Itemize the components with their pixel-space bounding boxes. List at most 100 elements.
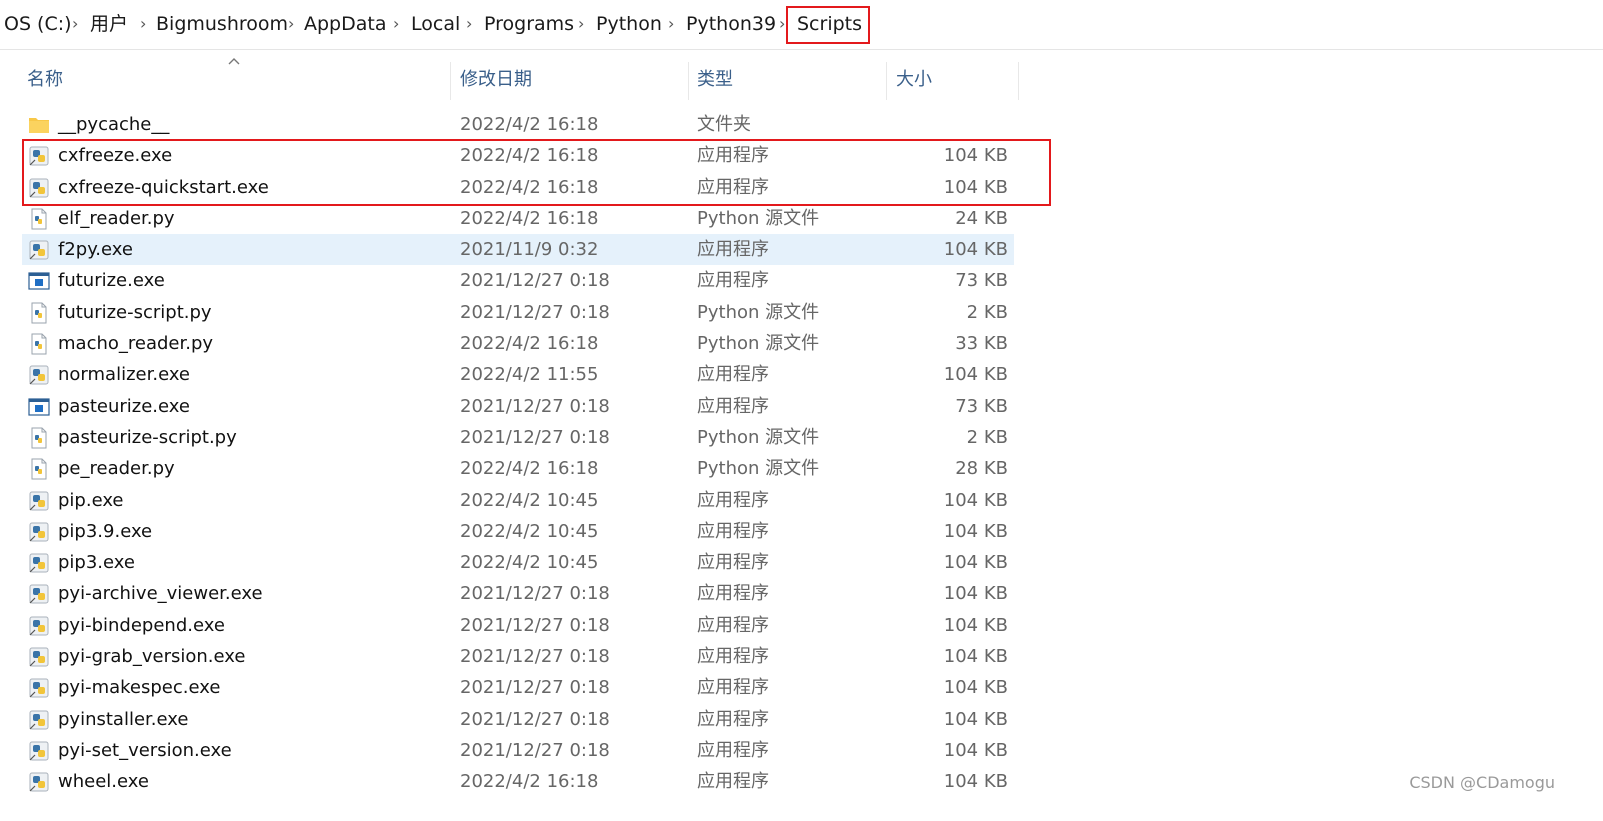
python-file-icon <box>31 302 47 324</box>
file-size: 104 KB <box>943 489 1008 511</box>
file-row[interactable]: elf_reader.py 2022/4/2 16:18 Python 源文件 24 … <box>22 203 1014 234</box>
file-row[interactable]: pyi-set_version.exe 2021/12/27 0:18 应用程序 10… <box>22 735 1014 766</box>
file-type: 应用程序 <box>697 771 769 793</box>
file-date: 2021/12/27 0:18 <box>460 583 610 605</box>
file-size: 104 KB <box>943 583 1008 605</box>
file-row[interactable]: pip3.9.exe 2022/4/2 10:45 应用程序 104 KB <box>22 516 1014 547</box>
python-exe-icon <box>29 584 49 604</box>
breadcrumb-item[interactable]: Python <box>596 12 662 36</box>
breadcrumb-chevron-icon[interactable]: › <box>578 12 584 36</box>
file-name: pip3.9.exe <box>58 520 153 542</box>
file-row[interactable]: pyi-grab_version.exe 2021/12/27 0:18 应用程序 1… <box>22 641 1014 672</box>
sort-ascending-icon[interactable] <box>228 56 240 66</box>
file-name: pyi-grab_version.exe <box>58 646 246 668</box>
file-size: 104 KB <box>943 677 1008 699</box>
cxfreeze-highlight-annotation <box>22 139 1051 206</box>
file-name: pe_reader.py <box>58 458 175 480</box>
file-date: 2022/4/2 16:18 <box>460 114 599 135</box>
file-row[interactable]: pyi-archive_viewer.exe 2021/12/27 0:18 应用程… <box>22 578 1014 609</box>
file-row[interactable]: pip3.exe 2022/4/2 10:45 应用程序 104 KB <box>22 547 1014 578</box>
file-type: Python 源文件 <box>697 207 820 229</box>
breadcrumb-chevron-icon[interactable]: › <box>393 12 399 36</box>
python-exe-icon <box>29 678 49 698</box>
file-name: pasteurize-script.py <box>58 426 237 448</box>
file-row[interactable]: pasteurize.exe 2021/12/27 0:18 应用程序 73 KB <box>22 391 1014 422</box>
file-type: Python 源文件 <box>697 458 820 480</box>
file-row[interactable]: wheel.exe 2022/4/2 16:18 应用程序 104 KB <box>22 766 1014 797</box>
file-type: 应用程序 <box>697 489 769 511</box>
column-divider[interactable] <box>688 62 689 100</box>
breadcrumb-chevron-icon[interactable]: › <box>466 12 472 36</box>
file-row[interactable]: pyinstaller.exe 2021/12/27 0:18 应用程序 104 KB <box>22 704 1014 735</box>
python-exe-icon <box>29 710 49 730</box>
file-date: 2021/12/27 0:18 <box>460 270 610 292</box>
python-exe-icon <box>29 616 49 636</box>
window-exe-icon <box>28 272 50 291</box>
column-divider[interactable] <box>450 62 451 100</box>
file-size: 28 KB <box>955 458 1008 480</box>
file-type: Python 源文件 <box>697 333 820 355</box>
python-file-icon <box>31 208 47 230</box>
file-type: 应用程序 <box>697 520 769 542</box>
file-date: 2022/4/2 16:18 <box>460 207 599 229</box>
folder-icon <box>29 118 49 133</box>
file-type: 应用程序 <box>697 739 769 761</box>
file-row[interactable]: pe_reader.py 2022/4/2 16:18 Python 源文件 28 K… <box>22 453 1014 484</box>
file-row[interactable]: macho_reader.py 2022/4/2 16:18 Python 源文件 3… <box>22 328 1014 359</box>
file-date: 2022/4/2 16:18 <box>460 458 599 480</box>
breadcrumb-chevron-icon[interactable]: › <box>779 12 785 36</box>
column-divider[interactable] <box>886 62 887 100</box>
file-row[interactable]: pip.exe 2022/4/2 10:45 应用程序 104 KB <box>22 485 1014 516</box>
file-type: Python 源文件 <box>697 426 820 448</box>
breadcrumb-item[interactable]: Local <box>411 12 460 36</box>
file-size: 104 KB <box>943 614 1008 636</box>
column-header-size[interactable]: 大小 <box>896 68 932 92</box>
file-name: __pycache__ <box>58 114 170 135</box>
column-header-name[interactable]: 名称 <box>27 68 63 92</box>
file-row[interactable]: pasteurize-script.py 2021/12/27 0:18 Pytho… <box>22 422 1014 453</box>
file-size: 2 KB <box>966 426 1008 448</box>
file-name: futurize.exe <box>58 270 165 292</box>
file-date: 2022/4/2 16:18 <box>460 333 599 355</box>
column-divider[interactable] <box>1018 62 1019 100</box>
breadcrumb-chevron-icon[interactable]: › <box>72 12 78 36</box>
file-name: f2py.exe <box>58 239 133 261</box>
file-date: 2022/4/2 10:45 <box>460 520 599 542</box>
file-row[interactable]: normalizer.exe 2022/4/2 11:55 应用程序 104 KB <box>22 359 1014 390</box>
file-type: 应用程序 <box>697 239 769 261</box>
breadcrumb-item[interactable]: 用户 <box>90 12 128 36</box>
column-header-date[interactable]: 修改日期 <box>460 68 532 92</box>
file-row[interactable]: futurize.exe 2021/12/27 0:18 应用程序 73 KB <box>22 265 1014 296</box>
file-date: 2022/4/2 16:18 <box>460 771 599 793</box>
breadcrumb-item[interactable]: AppData <box>304 12 387 36</box>
file-row[interactable]: f2py.exe 2021/11/9 0:32 应用程序 104 KB <box>22 234 1014 266</box>
file-type: 应用程序 <box>697 646 769 668</box>
file-size: 2 KB <box>966 301 1008 323</box>
breadcrumb-item[interactable]: Programs <box>484 12 574 36</box>
scripts-highlight-annotation <box>786 6 870 44</box>
column-header-type[interactable]: 类型 <box>697 68 733 92</box>
file-name: normalizer.exe <box>58 364 190 386</box>
breadcrumb-chevron-icon[interactable]: › <box>288 12 294 36</box>
file-name: elf_reader.py <box>58 207 175 229</box>
breadcrumb-chevron-icon[interactable]: › <box>668 12 674 36</box>
file-name: pip3.exe <box>58 552 135 574</box>
file-row[interactable]: __pycache__ 2022/4/2 16:18 文件夹 <box>22 109 1014 140</box>
file-size: 104 KB <box>943 364 1008 386</box>
breadcrumb-item[interactable]: Bigmushroom <box>156 12 288 36</box>
file-row[interactable]: futurize-script.py 2021/12/27 0:18 Python … <box>22 297 1014 328</box>
file-name: pip.exe <box>58 489 124 511</box>
window-exe-icon <box>28 398 50 416</box>
python-exe-icon <box>29 553 49 573</box>
python-exe-icon <box>29 240 49 260</box>
python-exe-icon <box>29 647 49 667</box>
breadcrumb-item[interactable]: OS (C:) <box>4 12 72 36</box>
breadcrumb-item[interactable]: Python39 <box>686 12 776 36</box>
file-type: 应用程序 <box>697 364 769 386</box>
breadcrumb-chevron-icon[interactable]: › <box>140 12 146 36</box>
file-name: pyi-set_version.exe <box>58 739 232 761</box>
file-row[interactable]: pyi-bindepend.exe 2021/12/27 0:18 应用程序 104 … <box>22 610 1014 641</box>
file-name: pasteurize.exe <box>58 395 190 417</box>
file-row[interactable]: pyi-makespec.exe 2021/12/27 0:18 应用程序 104 K… <box>22 672 1014 703</box>
file-size: 104 KB <box>943 239 1008 261</box>
